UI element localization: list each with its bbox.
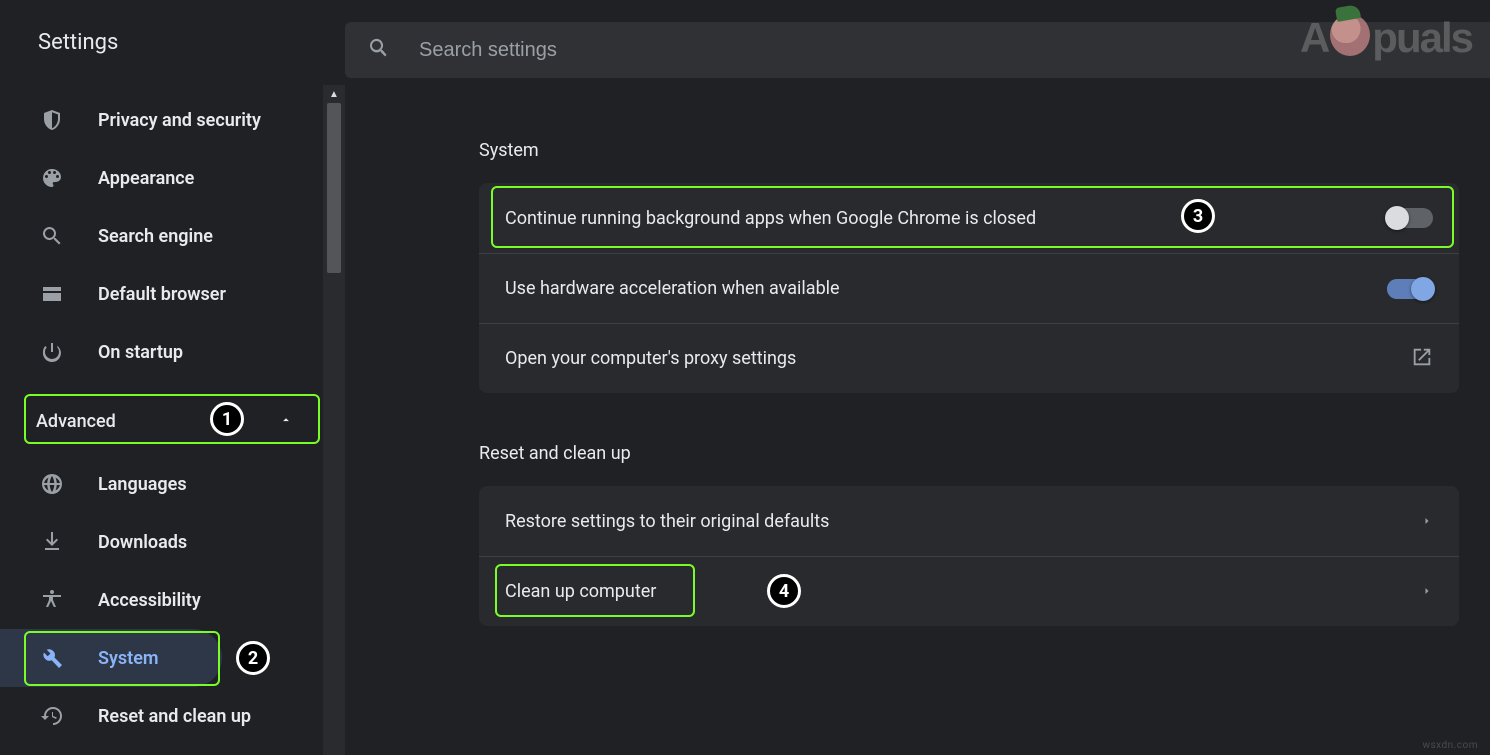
sidebar-item-privacy[interactable]: Privacy and security: [0, 91, 313, 149]
highlight-box-3: [491, 186, 1454, 248]
sidebar-item-accessibility[interactable]: Accessibility: [0, 571, 313, 629]
highlight-box-2: [24, 631, 220, 686]
sidebar-item-search-engine[interactable]: Search engine: [0, 207, 313, 265]
annotation-4: 4: [767, 574, 801, 608]
source-attribution: wsxdn.com: [1422, 740, 1478, 751]
row-label: Restore settings to their original defau…: [505, 511, 829, 532]
setting-row-hardware-accel[interactable]: Use hardware acceleration when available: [479, 253, 1459, 323]
setting-row-restore-defaults[interactable]: Restore settings to their original defau…: [479, 486, 1459, 556]
restore-icon: [38, 702, 66, 730]
toggle-hardware-accel[interactable]: [1387, 279, 1433, 299]
highlight-box-1: [24, 394, 320, 444]
annotation-3: 3: [1181, 199, 1215, 233]
chevron-right-icon: [1421, 512, 1433, 531]
sidebar-item-label: Reset and clean up: [98, 706, 251, 727]
power-icon: [38, 338, 66, 366]
row-label: Open your computer's proxy settings: [505, 348, 796, 369]
chevron-right-icon: [1421, 582, 1433, 601]
download-icon: [38, 528, 66, 556]
sidebar-item-label: On startup: [98, 342, 183, 363]
scroll-up-arrow[interactable]: ▲: [323, 85, 345, 103]
watermark-letter-rest: puals: [1372, 14, 1472, 62]
sidebar-item-appearance[interactable]: Appearance: [0, 149, 313, 207]
palette-icon: [38, 164, 66, 192]
sidebar-item-label: Languages: [98, 474, 187, 495]
sidebar: ▲ Privacy and security Appearance Search…: [0, 85, 345, 755]
setting-row-clean-up[interactable]: Clean up computer 4: [479, 556, 1459, 626]
sidebar-item-default-browser[interactable]: Default browser: [0, 265, 313, 323]
setting-row-background-apps[interactable]: Continue running background apps when Go…: [479, 183, 1459, 253]
browser-icon: [38, 280, 66, 308]
reset-card: Restore settings to their original defau…: [479, 486, 1459, 626]
watermark-letter-a: A: [1300, 14, 1328, 62]
page-title: Settings: [38, 30, 118, 55]
sidebar-item-on-startup[interactable]: On startup: [0, 323, 313, 381]
sidebar-item-label: Downloads: [98, 532, 187, 553]
search-icon: [367, 36, 391, 64]
watermark-mascot-icon: [1330, 14, 1370, 56]
sidebar-item-reset[interactable]: Reset and clean up: [0, 687, 313, 745]
sidebar-item-label: Default browser: [98, 284, 226, 305]
section-heading-reset: Reset and clean up: [479, 443, 1480, 464]
sidebar-item-label: Search engine: [98, 226, 213, 247]
shield-icon: [38, 106, 66, 134]
sidebar-item-label: Accessibility: [98, 590, 201, 611]
annotation-1: 1: [210, 402, 244, 436]
row-label: Use hardware acceleration when available: [505, 278, 840, 299]
scrollbar-thumb[interactable]: [327, 103, 341, 273]
setting-row-proxy[interactable]: Open your computer's proxy settings: [479, 323, 1459, 393]
open-external-icon: [1411, 346, 1433, 372]
section-heading-system: System: [479, 140, 1480, 161]
sidebar-item-languages[interactable]: Languages: [0, 455, 313, 513]
sidebar-item-label: Privacy and security: [98, 110, 261, 131]
accessibility-icon: [38, 586, 66, 614]
system-card: Continue running background apps when Go…: [479, 183, 1459, 393]
annotation-2: 2: [236, 641, 270, 675]
magnify-icon: [38, 222, 66, 250]
watermark-logo: A puals: [1300, 10, 1472, 62]
globe-icon: [38, 470, 66, 498]
sidebar-item-downloads[interactable]: Downloads: [0, 513, 313, 571]
sidebar-item-label: Appearance: [98, 168, 194, 189]
highlight-box-4: [495, 564, 695, 617]
